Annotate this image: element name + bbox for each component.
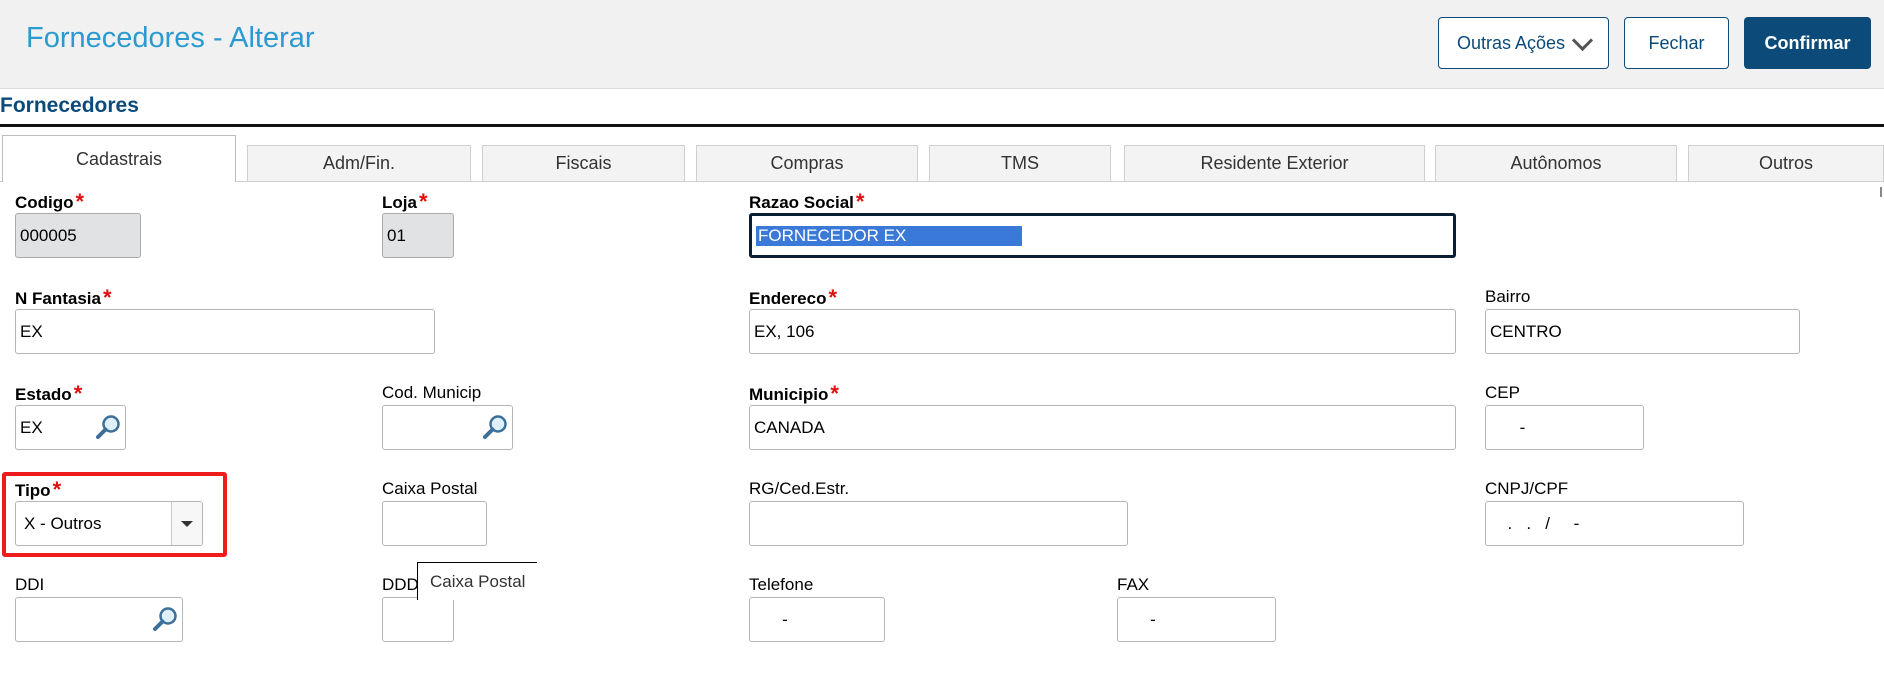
rg-ced-estr-field[interactable] <box>749 501 1128 546</box>
endereco-label-text: Endereco <box>749 289 827 308</box>
required-icon: * <box>102 285 112 310</box>
tab-residente-exterior[interactable]: Residente Exterior <box>1124 145 1425 181</box>
required-icon: * <box>75 189 85 214</box>
n-fantasia-label-text: N Fantasia <box>15 289 101 308</box>
cod-municip-label: Cod. Municip <box>382 383 482 402</box>
ddd-label: DDD <box>382 575 419 594</box>
section-title: Fornecedores <box>0 94 139 117</box>
required-icon: * <box>830 381 839 406</box>
cep-field[interactable]: - <box>1485 405 1644 450</box>
rg-ced-estr-label: RG/Ced.Estr. <box>749 479 850 498</box>
cnpj-cpf-field[interactable]: . . / - <box>1485 501 1744 546</box>
ddd-field[interactable] <box>382 597 454 642</box>
required-icon: * <box>52 477 62 502</box>
ddi-field[interactable] <box>15 597 183 642</box>
cnpj-cpf-label: CNPJ/CPF <box>1485 479 1569 498</box>
endereco-field[interactable]: EX, 106 <box>749 309 1456 354</box>
required-icon: * <box>73 381 83 406</box>
fechar-button[interactable]: Fechar <box>1624 17 1729 69</box>
loja-label-text: Loja <box>382 193 417 212</box>
estado-label-text: Estado <box>15 385 72 404</box>
codigo-field[interactable]: 000005 <box>15 213 141 258</box>
caixa-postal-label: Caixa Postal <box>382 479 478 498</box>
n-fantasia-field[interactable]: EX <box>15 309 435 354</box>
ddi-label: DDI <box>15 575 45 594</box>
razao-social-selected-text: FORNECEDOR EX <box>756 225 1022 246</box>
estado-field[interactable]: EX <box>15 405 126 450</box>
caixa-postal-tooltip: Caixa Postal <box>417 562 538 600</box>
fax-field[interactable]: - <box>1117 597 1276 642</box>
tab-cadastrais[interactable]: Cadastrais <box>2 135 236 182</box>
telefone-label: Telefone <box>749 575 814 594</box>
section-divider <box>0 124 1884 127</box>
codigo-label-text: Codigo <box>15 193 74 212</box>
required-icon: * <box>418 189 428 214</box>
telefone-field[interactable]: - <box>749 597 885 642</box>
tab-outros[interactable]: Outros <box>1688 145 1884 181</box>
bairro-field[interactable]: CENTRO <box>1485 309 1800 354</box>
tipo-value: X - Outros <box>24 513 102 533</box>
caixa-postal-field[interactable] <box>382 501 487 546</box>
tab-baseline <box>0 181 1884 182</box>
required-icon: * <box>855 189 865 214</box>
razao-social-field[interactable]: FORNECEDOR EX <box>749 213 1456 258</box>
cep-label: CEP <box>1485 383 1520 402</box>
tipo-label-text: Tipo <box>15 481 51 500</box>
tab-fiscais[interactable]: Fiscais <box>482 145 685 181</box>
scroll-indicator <box>1880 187 1882 197</box>
bairro-label: Bairro <box>1485 287 1531 306</box>
chevron-down-icon <box>1571 29 1594 51</box>
tipo-dropdown-toggle[interactable] <box>171 502 202 545</box>
tab-tms[interactable]: TMS <box>929 145 1111 181</box>
outras-acoes-button[interactable]: Outras Ações <box>1438 17 1609 69</box>
municipio-field[interactable]: CANADA <box>749 405 1456 450</box>
magnifier-icon[interactable] <box>482 413 510 441</box>
fax-label: FAX <box>1117 575 1150 594</box>
cod-municip-field[interactable] <box>382 405 513 450</box>
required-icon: * <box>828 285 838 310</box>
magnifier-icon[interactable] <box>152 605 180 633</box>
loja-field[interactable]: 01 <box>382 213 454 258</box>
estado-value: EX <box>20 417 43 437</box>
tipo-select[interactable]: X - Outros <box>15 501 203 546</box>
razao-social-label-text: Razao Social <box>749 193 854 212</box>
confirmar-button[interactable]: Confirmar <box>1744 17 1871 69</box>
tab-autonomos[interactable]: Autônomos <box>1435 145 1677 181</box>
page-title: Fornecedores - Alterar <box>26 22 315 54</box>
magnifier-icon[interactable] <box>95 413 123 441</box>
tab-adm-fin[interactable]: Adm/Fin. <box>247 145 471 181</box>
caret-down-icon <box>181 520 193 527</box>
tab-compras[interactable]: Compras <box>696 145 918 181</box>
outras-acoes-label: Outras Ações <box>1456 32 1566 53</box>
municipio-label-text: Municipio <box>749 385 829 404</box>
